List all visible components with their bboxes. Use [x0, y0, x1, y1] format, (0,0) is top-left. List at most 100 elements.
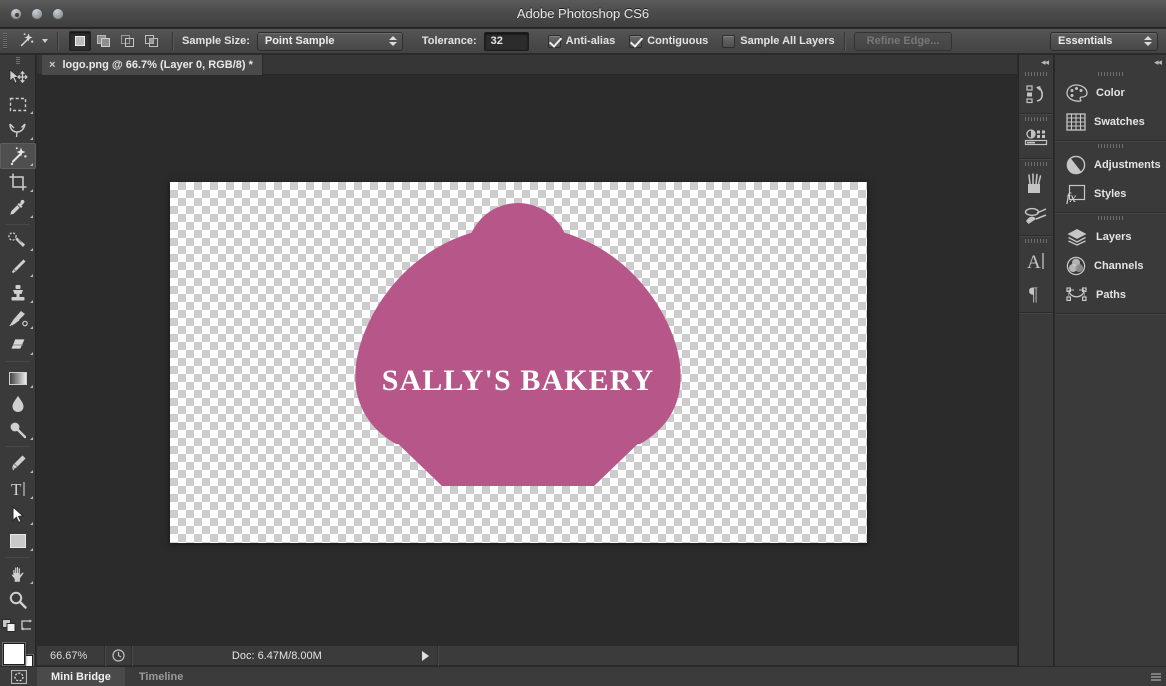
panel-item-styles[interactable]: fx Styles: [1055, 179, 1166, 208]
default-colors-icon[interactable]: [2, 618, 16, 632]
new-selection-button[interactable]: [69, 31, 91, 51]
character-panel-icon[interactable]: A: [1019, 245, 1053, 277]
stepper-arrows-icon: [388, 36, 397, 46]
checkbox-unchecked-icon: [722, 34, 736, 48]
panel-item-paths[interactable]: Paths: [1055, 280, 1166, 309]
panel-group-color: Color Swatches: [1055, 69, 1166, 141]
document-tab-logo-png[interactable]: × logo.png @ 66.7% (Layer 0, RGB/8) *: [42, 55, 263, 75]
divider: [57, 32, 58, 50]
sample-size-select[interactable]: Point Sample: [256, 31, 403, 51]
panel-grip[interactable]: [1019, 159, 1053, 168]
eyedropper-tool[interactable]: [0, 195, 36, 221]
blur-tool[interactable]: [0, 391, 36, 417]
app-title: Adobe Photoshop CS6: [516, 6, 650, 21]
doc-size-value: Doc: 6.47M/8.00M: [231, 649, 322, 662]
zoom-tool[interactable]: [0, 587, 36, 613]
properties-panel-icon[interactable]: [1019, 123, 1053, 155]
artboard-logo-png[interactable]: SALLY'S BAKERY: [170, 182, 867, 543]
toolbar-divider: [5, 557, 30, 558]
history-panel-icon[interactable]: [1019, 78, 1053, 110]
panel-grip[interactable]: [1055, 69, 1166, 78]
tool-variants-corner-icon: [30, 137, 33, 140]
panel-item-layers[interactable]: Layers: [1055, 222, 1166, 251]
tolerance-label: Tolerance:: [421, 35, 477, 47]
tool-preset-chevron-down-icon[interactable]: [42, 39, 48, 43]
sample-all-layers-checkbox[interactable]: Sample All Layers: [722, 34, 835, 48]
toolbar-divider: [5, 224, 30, 225]
divider: [436, 645, 438, 666]
panel-grip[interactable]: [1055, 141, 1166, 150]
channels-venn-icon: [1066, 256, 1086, 276]
lasso-tool[interactable]: [0, 117, 36, 143]
bottom-bar-filler: [197, 667, 1146, 686]
crop-tool[interactable]: [0, 169, 36, 195]
clone-source-panel-icon[interactable]: [1019, 200, 1053, 232]
options-bar-grip[interactable]: [0, 29, 10, 54]
tab-mini-bridge[interactable]: Mini Bridge: [37, 667, 125, 686]
panel-label-adjustments: Adjustments: [1094, 158, 1161, 171]
tool-variants-corner-icon: [30, 326, 33, 329]
panel-grip[interactable]: [1019, 69, 1053, 78]
clock-icon[interactable]: [105, 649, 131, 662]
intersect-with-selection-button[interactable]: [141, 31, 163, 51]
history-brush-tool[interactable]: [0, 306, 36, 332]
checkbox-checked-icon: [629, 34, 643, 48]
type-tool[interactable]: T: [0, 476, 36, 502]
move-tool[interactable]: [0, 65, 36, 91]
tolerance-input[interactable]: 32: [483, 31, 529, 51]
zoom-level-input[interactable]: 66.67%: [50, 648, 104, 663]
contiguous-checkbox[interactable]: Contiguous: [629, 34, 708, 48]
toolbar-grip[interactable]: [0, 55, 35, 65]
expand-panels-button[interactable]: ◂◂: [1055, 55, 1166, 69]
foreground-color-swatch[interactable]: [3, 643, 25, 665]
anti-alias-checkbox[interactable]: Anti-alias: [547, 34, 616, 48]
tab-mini-bridge-label: Mini Bridge: [51, 670, 111, 683]
eraser-tool[interactable]: [0, 332, 36, 358]
panel-item-color[interactable]: Color: [1055, 78, 1166, 107]
magic-wand-tool[interactable]: [0, 143, 36, 169]
hand-tool[interactable]: [0, 561, 36, 587]
dodge-tool[interactable]: [0, 417, 36, 443]
gradient-tool[interactable]: [0, 365, 36, 391]
panel-item-channels[interactable]: Channels: [1055, 251, 1166, 280]
anti-alias-label: Anti-alias: [565, 35, 616, 47]
panel-grip[interactable]: [1019, 236, 1053, 245]
brush-tool[interactable]: [0, 254, 36, 280]
collapse-panels-button[interactable]: ◂◂: [1019, 55, 1053, 69]
path-selection-tool[interactable]: [0, 502, 36, 528]
divider: [172, 32, 173, 50]
options-bar: Sample Size: Point Sample Tolerance: 32 …: [0, 29, 1166, 54]
panel-menu-icon[interactable]: [1146, 667, 1166, 686]
refine-edge-button[interactable]: Refine Edge...: [853, 31, 953, 51]
clone-stamp-tool[interactable]: [0, 280, 36, 306]
subtract-from-selection-button[interactable]: [117, 31, 139, 51]
quick-mask-icon[interactable]: [0, 667, 37, 686]
refine-edge-label: Refine Edge...: [866, 35, 940, 47]
rectangular-marquee-tool[interactable]: [0, 91, 36, 117]
panel-item-adjustments[interactable]: Adjustments: [1055, 150, 1166, 179]
active-tool-magic-wand-icon[interactable]: [10, 29, 40, 54]
swap-colors-icon[interactable]: [20, 619, 33, 632]
svg-text:A: A: [1027, 252, 1041, 271]
panel-group-layers: Layers Channels Paths: [1055, 213, 1166, 314]
add-to-selection-button[interactable]: [93, 31, 115, 51]
adjustments-half-circle-icon: [1066, 155, 1086, 175]
workspace-select[interactable]: Essentials: [1050, 31, 1158, 51]
canvas-area[interactable]: SALLY'S BAKERY: [37, 76, 1017, 644]
tool-variants-corner-icon: [30, 248, 33, 251]
panel-dock: ◂◂ Color Swatches Adjustments fx Styles …: [1055, 55, 1166, 666]
close-icon[interactable]: ×: [49, 59, 55, 71]
spot-healing-brush-tool[interactable]: [0, 228, 36, 254]
pen-tool[interactable]: [0, 450, 36, 476]
tab-timeline[interactable]: Timeline: [125, 667, 197, 686]
panel-grip[interactable]: [1019, 114, 1053, 123]
paragraph-panel-icon[interactable]: ¶: [1019, 277, 1053, 309]
collapse-double-arrow-icon: ◂◂: [1040, 56, 1049, 67]
panel-grip[interactable]: [1055, 213, 1166, 222]
panel-item-swatches[interactable]: Swatches: [1055, 107, 1166, 136]
brush-presets-panel-icon[interactable]: [1019, 168, 1053, 200]
icon-group-type: A ¶: [1019, 236, 1053, 313]
rectangle-tool[interactable]: [0, 528, 36, 554]
stepper-arrows-icon: [1144, 36, 1152, 46]
status-more-play-triangle-icon[interactable]: [421, 650, 429, 661]
